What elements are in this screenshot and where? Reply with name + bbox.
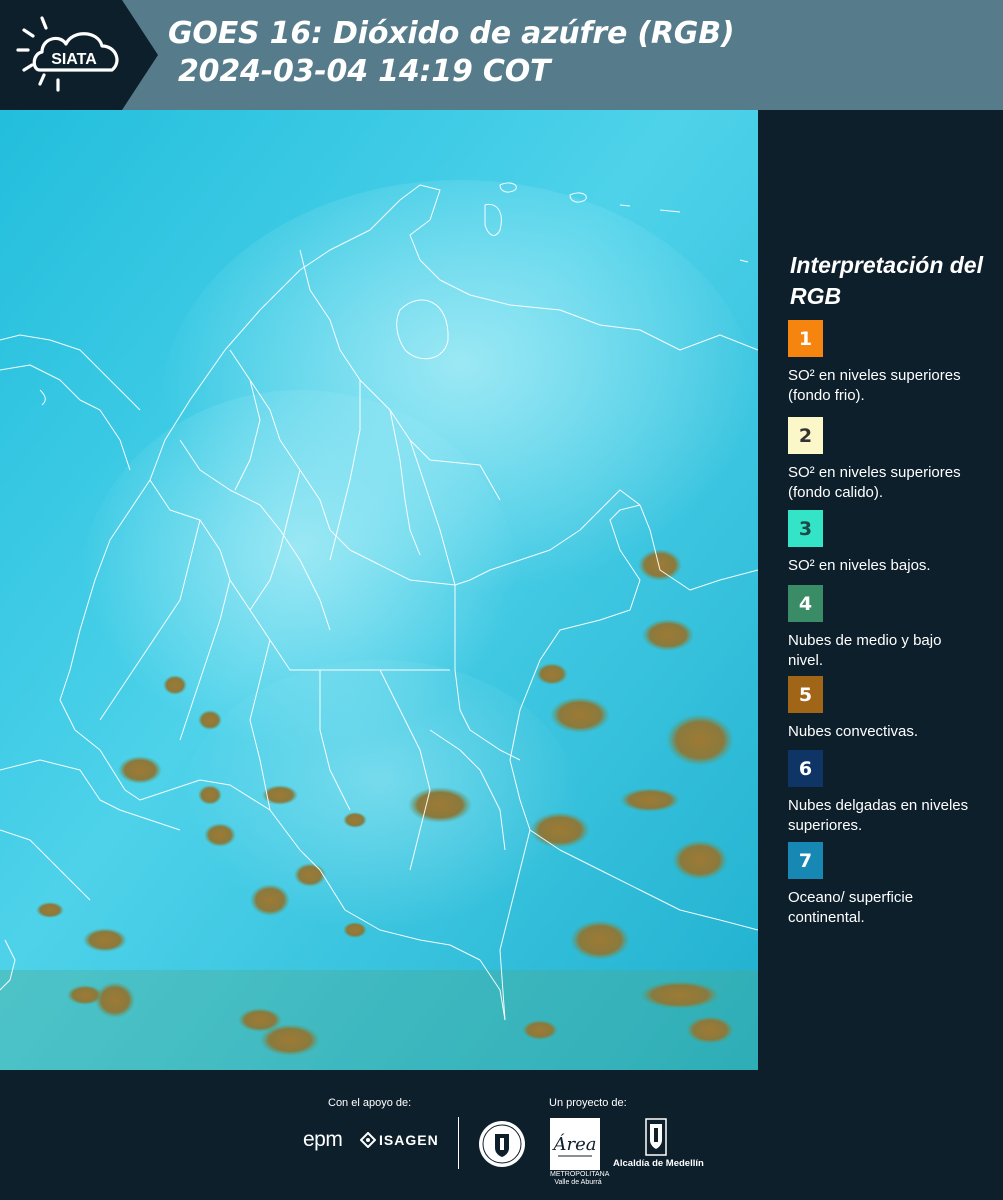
area-line1: METROPOLITANA [550,1171,610,1178]
legend-item-7: 7 Oceano/ superficie continental. [788,842,988,928]
legend-desc-1: SO² en niveles superiores (fondo frio). [788,367,961,404]
satellite-image [0,110,758,1070]
legend-swatch-1: 1 [788,320,823,357]
area-metropolitana-text: METROPOLITANA Valle de Aburrá [550,1171,610,1187]
legend-desc-5: Nubes convectivas. [788,723,919,740]
project-label: Un proyecto de: [549,1097,627,1109]
legend-swatch-4: 4 [788,585,823,622]
isagen-icon [360,1132,376,1148]
legend-item-4: 4 Nubes de medio y bajo nivel. [788,585,988,671]
legend-item-3: 3 SO² en niveles bajos. [788,510,988,576]
legend-item-5: 5 Nubes convectivas. [788,676,988,742]
legend-swatch-3: 3 [788,510,823,547]
medellin-seal-icon [479,1121,525,1167]
alcaldia-emblem-icon [645,1118,667,1156]
support-label: Con el apoyo de: [328,1097,412,1109]
page-title: GOES 16: Dióxido de azúfre (RGB) [168,16,735,51]
footer: Con el apoyo de: Un proyecto de: epm ISA… [0,1070,1003,1200]
legend-swatch-7: 7 [788,842,823,879]
alcaldia-label: Alcaldía de Medellín [613,1158,704,1169]
legend-swatch-2: 2 [788,417,823,454]
logo-text: SIATA [51,51,97,68]
legend-desc-3: SO² en niveles bajos. [788,557,931,574]
area-line2: Valle de Aburrá [554,1179,602,1186]
isagen-label: ISAGEN [379,1132,439,1148]
satellite-map[interactable] [0,110,758,1070]
legend-swatch-6: 6 [788,750,823,787]
svg-text:Área: Área [552,1132,597,1155]
legend-desc-6: Nubes delgadas en niveles superiores. [788,797,969,834]
legend-panel: Interpretación del RGB 1 SO² en niveles … [758,110,1003,1070]
area-script-icon: Área [552,1132,597,1157]
isagen-logo: ISAGEN [360,1132,439,1148]
page-timestamp: 2024-03-04 14:19 COT [178,54,551,89]
legend-item-6: 6 Nubes delgadas en niveles superiores. [788,750,988,836]
legend-swatch-5: 5 [788,676,823,713]
legend-desc-2: SO² en niveles superiores (fondo calido)… [788,464,961,501]
epm-logo: epm [303,1128,343,1151]
area-metropolitana-logo: Área [550,1118,600,1170]
legend-item-2: 2 SO² en niveles superiores (fondo calid… [788,417,988,503]
legend-desc-7: Oceano/ superficie continental. [788,889,914,926]
siata-logo: SIATA [16,16,119,92]
legend-title: Interpretación del RGB [790,252,983,309]
legend-item-1: 1 SO² en niveles superiores (fondo frio)… [788,320,988,406]
header: SIATA GOES 16: Dióxido de azúfre (RGB) 2… [0,0,1003,110]
legend-desc-4: Nubes de medio y bajo nivel. [788,632,942,669]
footer-divider [458,1117,459,1169]
